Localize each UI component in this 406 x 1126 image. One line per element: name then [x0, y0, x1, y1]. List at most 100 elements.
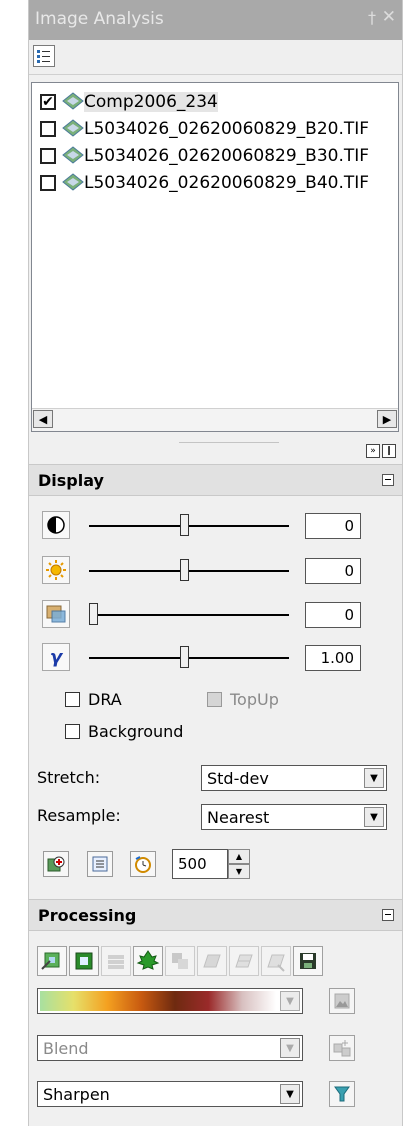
color-ramp-preview — [40, 991, 276, 1011]
panel-toolbar — [29, 40, 402, 75]
layer-name: L5034026_02620060829_B20.TIF — [84, 119, 370, 139]
brightness-row: 0 — [29, 553, 402, 587]
layer-list: ✔ Comp2006_234 L5034026_02620060829_B20.… — [31, 82, 399, 432]
blend-placeholder: Blend — [43, 1039, 89, 1058]
chevron-down-icon[interactable]: ▼ — [364, 768, 384, 788]
compose-icon[interactable] — [165, 946, 195, 976]
grid-icon[interactable] — [229, 946, 259, 976]
brightness-icon[interactable] — [42, 556, 70, 584]
background-checkbox-box[interactable] — [65, 724, 80, 739]
refresh-interval-input[interactable]: 500 — [172, 849, 228, 879]
image-analysis-panel: Image Analysis † ✕ ✔ Comp2006_234 L50340… — [28, 0, 403, 1126]
resample-select[interactable]: Nearest ▼ — [201, 804, 387, 830]
refresh-interval-stepper[interactable]: ▲ ▼ — [228, 849, 250, 879]
expand-all-icon[interactable]: ❙ — [382, 444, 396, 458]
apply-blend-icon[interactable] — [329, 1035, 355, 1061]
apply-colormap-icon[interactable] — [329, 988, 355, 1014]
brightness-slider-thumb[interactable] — [180, 559, 189, 581]
vegetation-index-icon[interactable] — [133, 946, 163, 976]
contrast-value[interactable]: 0 — [305, 513, 361, 539]
gamma-value[interactable]: 1.00 — [305, 645, 361, 671]
transparency-icon[interactable] — [42, 600, 70, 628]
raster-layer-icon — [62, 92, 84, 110]
apply-sharpen-icon[interactable] — [329, 1081, 355, 1107]
close-icon[interactable]: ✕ — [382, 7, 396, 27]
gamma-icon[interactable]: γ — [42, 643, 70, 671]
layer-checkbox[interactable] — [40, 148, 56, 164]
scroll-left-icon[interactable]: ◀ — [33, 410, 53, 428]
options-list-icon[interactable] — [33, 45, 55, 67]
gamma-track[interactable] — [89, 657, 289, 659]
resample-value: Nearest — [207, 808, 270, 827]
dra-checkbox[interactable]: DRA — [65, 690, 122, 709]
pin-icon[interactable]: † — [368, 8, 376, 27]
stepper-up-icon[interactable]: ▲ — [228, 849, 250, 864]
horizontal-scrollbar[interactable]: ◀ ▶ — [32, 408, 398, 431]
resample-label: Resample: — [37, 806, 121, 825]
stack-icon[interactable] — [101, 946, 131, 976]
add-image-icon[interactable] — [43, 851, 69, 877]
stretch-label: Stretch: — [37, 768, 101, 787]
layer-checkbox[interactable] — [40, 175, 56, 191]
background-label: Background — [88, 722, 184, 741]
collapse-all-icon[interactable]: » — [366, 444, 380, 458]
chevron-down-icon[interactable]: ▼ — [280, 1038, 300, 1058]
topup-label: TopUp — [230, 690, 279, 709]
chevron-down-icon[interactable]: ▼ — [280, 1084, 300, 1104]
layer-item[interactable]: L5034026_02620060829_B20.TIF — [40, 116, 369, 142]
brightness-value[interactable]: 0 — [305, 558, 361, 584]
gamma-row: γ 1.00 — [29, 640, 402, 674]
processing-header-label: Processing — [38, 906, 137, 925]
window-titlebar: Image Analysis † ✕ — [29, 0, 402, 40]
contrast-track[interactable] — [89, 525, 289, 527]
scroll-right-icon[interactable]: ▶ — [377, 410, 397, 428]
clip-icon[interactable] — [37, 946, 67, 976]
processing-toolbar — [29, 946, 402, 978]
chevron-down-icon[interactable]: ▼ — [280, 991, 300, 1011]
contrast-icon[interactable] — [42, 511, 70, 539]
processing-section-header[interactable]: Processing — [29, 899, 402, 931]
collapse-icon[interactable] — [382, 909, 394, 921]
layer-name: L5034026_02620060829_B30.TIF — [84, 146, 370, 166]
stretch-select[interactable]: Std-dev ▼ — [201, 765, 387, 791]
sharpen-select[interactable]: Sharpen ▼ — [37, 1081, 303, 1107]
sharpen-value: Sharpen — [43, 1085, 110, 1104]
raster-layer-icon — [62, 173, 84, 191]
dra-checkbox-box[interactable] — [65, 692, 80, 707]
layer-checkbox[interactable] — [40, 121, 56, 137]
stretch-value: Std-dev — [207, 769, 269, 788]
gamma-slider-thumb[interactable] — [180, 646, 189, 668]
display-tools-row: 500 ▲ ▼ — [29, 849, 402, 881]
chevron-down-icon[interactable]: ▼ — [364, 807, 384, 827]
mask-icon[interactable] — [69, 946, 99, 976]
panel-splitter[interactable]: » ❙ — [29, 434, 402, 464]
save-icon[interactable] — [293, 946, 323, 976]
edit-raster-icon[interactable] — [261, 946, 291, 976]
layer-checkbox[interactable]: ✔ — [40, 94, 56, 110]
transparency-slider-thumb[interactable] — [89, 603, 98, 625]
raster-layer-icon — [62, 146, 84, 164]
background-checkbox[interactable]: Background — [65, 722, 183, 741]
splitter-grip[interactable] — [179, 442, 279, 443]
layer-name: Comp2006_234 — [84, 92, 218, 112]
topup-checkbox-box[interactable] — [207, 692, 222, 707]
display-section-header[interactable]: Display — [29, 464, 402, 496]
layer-item[interactable]: L5034026_02620060829_B30.TIF — [40, 143, 369, 169]
stepper-down-icon[interactable]: ▼ — [228, 864, 250, 879]
blend-select[interactable]: Blend ▼ — [37, 1035, 303, 1061]
display-header-label: Display — [38, 471, 104, 490]
transparency-value[interactable]: 0 — [305, 602, 361, 628]
dra-label: DRA — [88, 690, 122, 709]
collapse-icon[interactable] — [382, 474, 394, 486]
transparency-track[interactable] — [89, 614, 289, 616]
color-ramp-select[interactable]: ▼ — [37, 988, 303, 1014]
brightness-track[interactable] — [89, 570, 289, 572]
transparency-row: 0 — [29, 597, 402, 631]
layer-item[interactable]: ✔ Comp2006_234 — [40, 89, 218, 115]
layer-item[interactable]: L5034026_02620060829_B40.TIF — [40, 170, 369, 196]
contrast-slider-thumb[interactable] — [180, 514, 189, 536]
refresh-timer-icon[interactable] — [130, 851, 156, 877]
properties-icon[interactable] — [87, 851, 113, 877]
topup-checkbox[interactable]: TopUp — [207, 690, 279, 709]
mosaic-icon[interactable] — [197, 946, 227, 976]
